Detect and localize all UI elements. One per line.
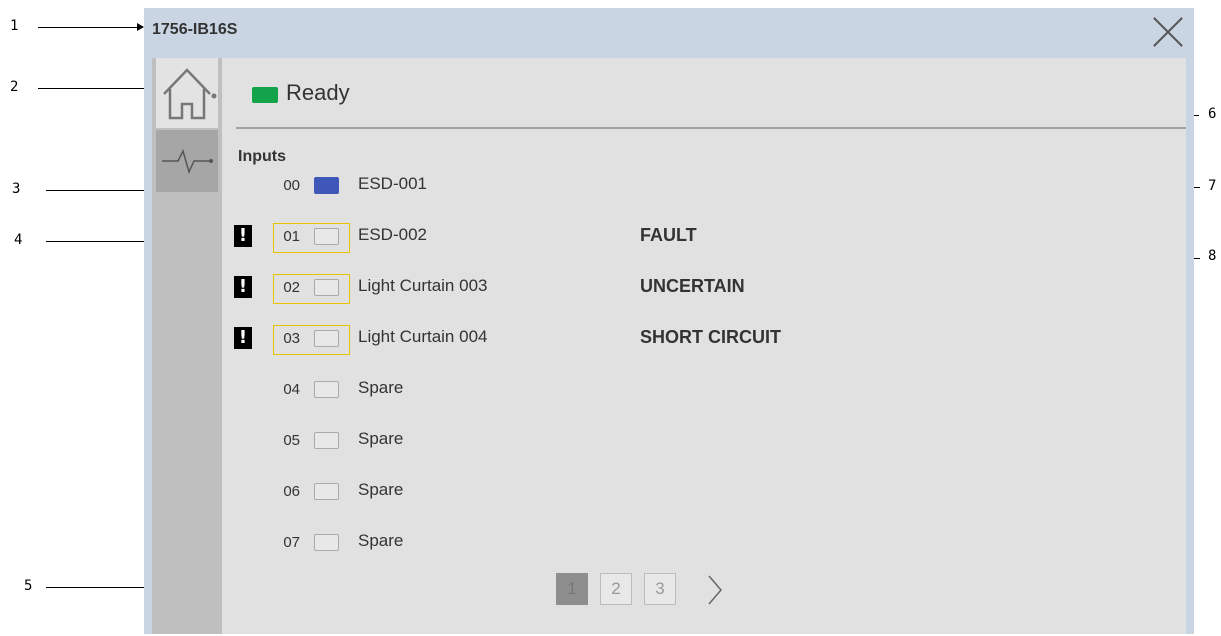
callout-2: 2 — [10, 79, 19, 95]
input-channel-row: ! 01 ESD-002 FAULT — [222, 221, 1186, 253]
sidebar — [152, 58, 222, 634]
tab-home[interactable] — [156, 58, 218, 128]
page-button-1[interactable]: 1 — [556, 573, 588, 605]
callout-7: 7 — [1208, 178, 1217, 194]
faceplate-window: 1756-IB16S Ready Inputs 00 ESD-001 ! 01 … — [144, 8, 1194, 634]
home-icon — [163, 68, 217, 120]
page-button-3[interactable]: 3 — [644, 573, 676, 605]
channel-number: 06 — [283, 483, 300, 500]
main-content: Ready Inputs 00 ESD-001 ! 01 ESD-002 FAU… — [222, 58, 1186, 634]
inputs-heading: Inputs — [238, 148, 286, 165]
channel-number: 02 — [283, 279, 300, 296]
tab-diagnostics[interactable] — [156, 130, 218, 192]
channel-name: Spare — [358, 429, 404, 448]
fault-warning-icon: ! — [234, 327, 252, 349]
input-channel-row: 06 Spare — [222, 476, 1186, 506]
input-channel-row: 00 ESD-001 — [222, 170, 1186, 200]
channel-indicator — [314, 432, 339, 449]
callout-1-arrow — [137, 23, 144, 31]
channel-name: Spare — [358, 378, 404, 397]
input-channel-row: 05 Spare — [222, 425, 1186, 455]
channel-indicator — [314, 177, 339, 194]
status-divider — [236, 127, 1186, 129]
channel-number: 03 — [283, 330, 300, 347]
callout-8: 8 — [1208, 248, 1217, 264]
channel-number: 05 — [283, 432, 300, 449]
fault-warning-icon: ! — [234, 225, 252, 247]
channel-number: 01 — [283, 228, 300, 245]
page-button-2[interactable]: 2 — [600, 573, 632, 605]
input-channel-row: ! 03 Light Curtain 004 SHORT CIRCUIT — [222, 323, 1186, 355]
fault-warning-icon: ! — [234, 276, 252, 298]
status-text: Ready — [286, 80, 350, 105]
channel-name: Spare — [358, 480, 404, 499]
status-led — [252, 87, 278, 103]
channel-number: 00 — [283, 177, 300, 194]
channel-status: UNCERTAIN — [640, 276, 745, 296]
callout-6: 6 — [1208, 106, 1217, 122]
input-channel-row: 04 Spare — [222, 374, 1186, 404]
channel-indicator — [314, 381, 339, 398]
input-channel-row: ! 02 Light Curtain 003 UNCERTAIN — [222, 272, 1186, 304]
channel-name: Spare — [358, 531, 404, 550]
channel-name: Light Curtain 004 — [358, 327, 488, 346]
callout-1-line — [38, 27, 138, 28]
channel-indicator — [314, 483, 339, 500]
window-title: 1756-IB16S — [152, 21, 238, 38]
callout-4: 4 — [14, 232, 23, 248]
channel-name: ESD-002 — [358, 225, 427, 244]
channel-indicator — [314, 534, 339, 551]
channel-indicator — [314, 330, 339, 347]
callout-5: 5 — [24, 578, 33, 594]
diagnostics-pulse-icon — [162, 148, 213, 175]
channel-indicator — [314, 228, 339, 245]
channel-status: FAULT — [640, 225, 697, 245]
callout-1: 1 — [10, 18, 19, 34]
callout-3: 3 — [12, 181, 21, 197]
input-channel-row: 07 Spare — [222, 527, 1186, 557]
channel-name: Light Curtain 003 — [358, 276, 488, 295]
channel-status: SHORT CIRCUIT — [640, 327, 781, 347]
chevron-right-icon[interactable] — [701, 575, 731, 605]
channel-name: ESD-001 — [358, 174, 427, 193]
channel-number: 07 — [283, 534, 300, 551]
channel-number: 04 — [283, 381, 300, 398]
channel-indicator — [314, 279, 339, 296]
close-icon[interactable] — [1150, 14, 1186, 50]
